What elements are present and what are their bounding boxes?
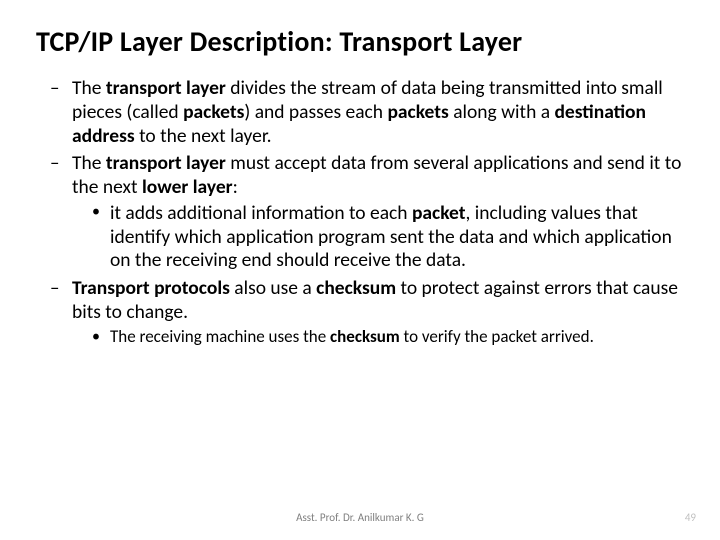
text: also use a: [234, 276, 316, 300]
sub-bullet-2: The receiving machine uses the checksum …: [90, 327, 684, 348]
bold-text: Transport protocols: [72, 276, 234, 300]
sub-bullet-list: it adds additional information to each p…: [90, 202, 684, 273]
text: along with a: [453, 100, 554, 124]
slide: TCP/IP Layer Description: Transport Laye…: [0, 0, 720, 540]
bullet-1: The transport layer divides the stream o…: [50, 77, 684, 148]
bold-text: transport layer: [106, 76, 230, 100]
bold-text: transport layer: [106, 151, 230, 175]
bullet-2: The transport layer must accept data fro…: [50, 152, 684, 273]
text: ) and passes each: [244, 100, 387, 124]
bold-text: packets: [387, 100, 453, 124]
text: to verify the packet arrived.: [404, 326, 594, 347]
bold-text: lower layer: [142, 175, 233, 199]
bold-text: packets: [183, 100, 244, 124]
text: to the next layer.: [139, 124, 272, 148]
bold-text: packet: [412, 201, 466, 225]
bullet-list: The transport layer divides the stream o…: [50, 77, 684, 348]
bold-text: checksum: [330, 326, 404, 347]
text: :: [233, 175, 238, 199]
sub-bullet-1: it adds additional information to each p…: [90, 202, 684, 273]
slide-title: TCP/IP Layer Description: Transport Laye…: [36, 24, 684, 59]
page-number: 49: [685, 511, 696, 524]
text: it adds additional information to each: [110, 201, 412, 225]
text: The: [72, 76, 106, 100]
text: The: [72, 151, 106, 175]
bold-text: checksum: [316, 276, 400, 300]
sub-bullet-list: The receiving machine uses the checksum …: [90, 327, 684, 348]
text: The receiving machine uses the: [110, 326, 330, 347]
bullet-3: Transport protocols also use a checksum …: [50, 277, 684, 347]
footer-author: Asst. Prof. Dr. Anilkumar K. G: [0, 511, 720, 524]
